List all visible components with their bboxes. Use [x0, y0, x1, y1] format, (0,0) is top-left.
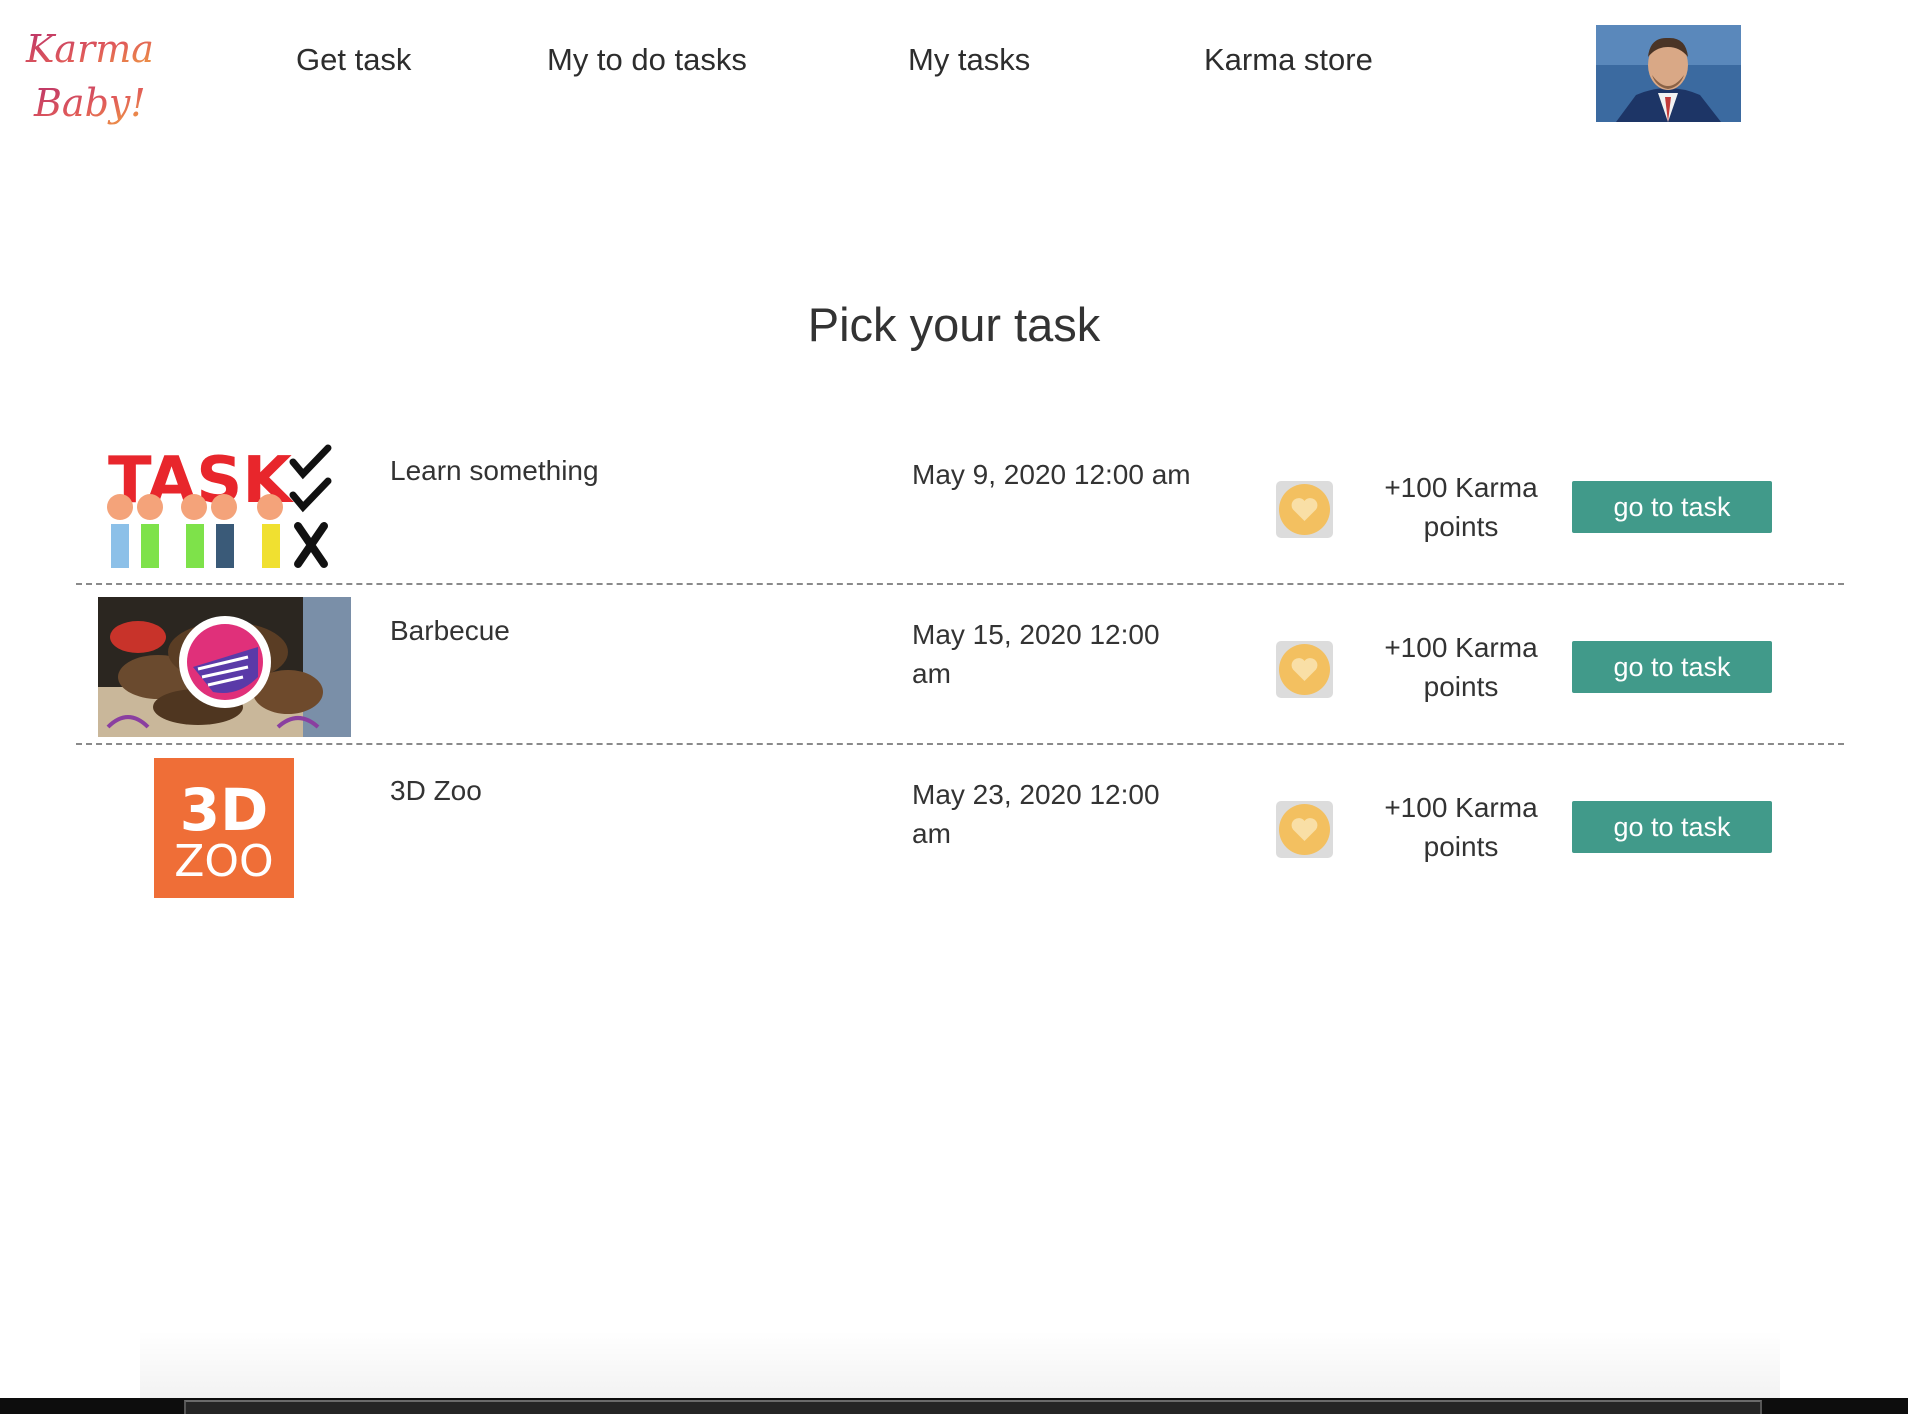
barbecue-photo [98, 597, 351, 737]
karma-baby-logo[interactable]: Karma Baby! [24, 14, 154, 144]
task-name: Learn something [390, 455, 599, 486]
nav-karma-store[interactable]: Karma store [1204, 42, 1373, 78]
karma-reward: +100 Karma points [1384, 632, 1538, 702]
favorite-button[interactable] [1276, 801, 1333, 858]
task-checklist-image: TASK [106, 440, 336, 571]
task-row: 3D ZOO 3D Zoo May 23, 2020 12:00 am +100… [76, 745, 1844, 905]
logo-text-line1: Karma [25, 27, 154, 71]
logo-text-line2: Baby! [33, 81, 146, 125]
nav-my-to-do-tasks[interactable]: My to do tasks [547, 42, 747, 78]
nav-get-task[interactable]: Get task [296, 42, 411, 78]
top-navigation: Karma Baby! Get task My to do tasks My t… [0, 0, 1908, 160]
3d-zoo-logo: 3D ZOO [154, 758, 294, 898]
task-date: May 23, 2020 12:00 am [912, 779, 1160, 849]
go-to-task-button[interactable]: go to task [1572, 481, 1772, 533]
heart-icon [1291, 818, 1318, 841]
heart-icon [1291, 658, 1318, 681]
footer-shadow [140, 1330, 1780, 1400]
heart-icon [1291, 498, 1318, 521]
user-avatar[interactable] [1596, 25, 1741, 122]
favorite-button[interactable] [1276, 641, 1333, 698]
task-row: Barbecue May 15, 2020 12:00 am +100 Karm… [76, 585, 1844, 745]
task-row: TASK Learn something May 9, 2020 12:00 a… [76, 425, 1844, 585]
zoo-logo-text-bottom: ZOO [174, 836, 273, 887]
karma-reward: +100 Karma points [1384, 472, 1538, 542]
karma-reward: +100 Karma points [1384, 792, 1538, 862]
page-title: Pick your task [807, 298, 1101, 351]
task-date: May 9, 2020 12:00 am [912, 459, 1191, 490]
nav-my-tasks[interactable]: My tasks [908, 42, 1030, 78]
go-to-task-button[interactable]: go to task [1572, 641, 1772, 693]
task-name: 3D Zoo [390, 775, 482, 806]
zoo-logo-text-top: 3D [180, 776, 269, 844]
task-date: May 15, 2020 12:00 am [912, 619, 1160, 689]
favorite-button[interactable] [1276, 481, 1333, 538]
task-name: Barbecue [390, 615, 510, 646]
bottom-bar-handle [184, 1400, 1762, 1414]
go-to-task-button[interactable]: go to task [1572, 801, 1772, 853]
